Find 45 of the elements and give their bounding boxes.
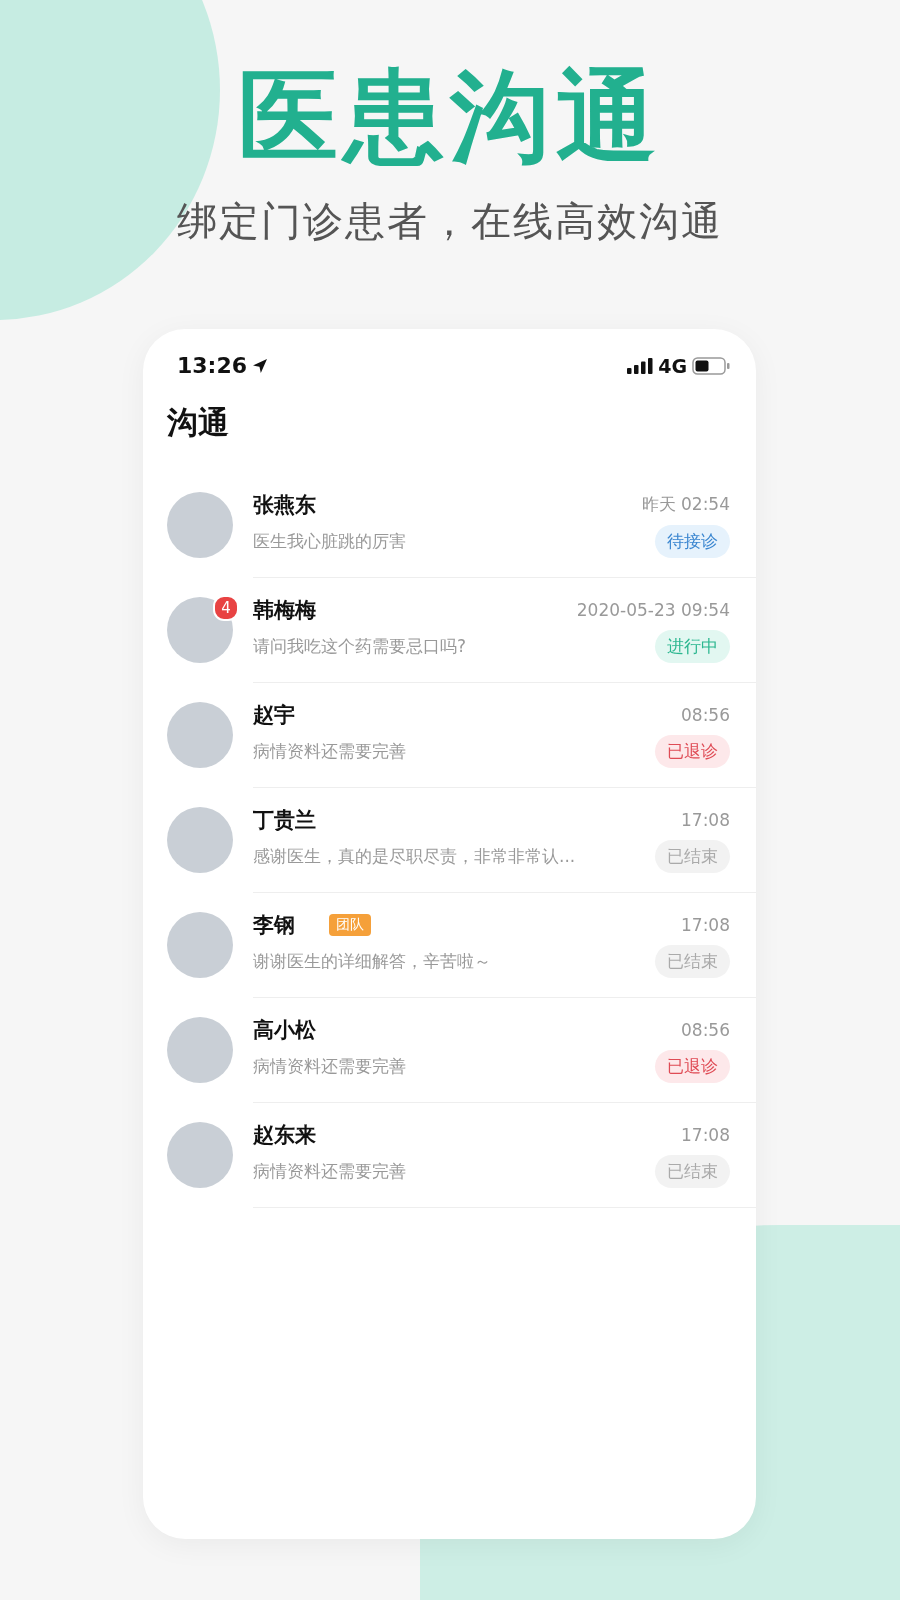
- conversation-item[interactable]: 张燕东 昨天 02:54 医生我心脏跳的厉害 待接诊: [143, 472, 756, 577]
- conversation-item[interactable]: 赵东来 17:08 病情资料还需要完善 已结束: [143, 1102, 756, 1207]
- message-preview: 病情资料还需要完善: [253, 1054, 406, 1078]
- status-tag: 已结束: [655, 944, 730, 978]
- message-preview: 谢谢医生的详细解答，辛苦啦～: [253, 949, 491, 973]
- screen-title: 沟通: [166, 403, 230, 442]
- status-tag: 进行中: [655, 629, 730, 663]
- conversation-item[interactable]: 4 韩梅梅 2020-05-23 09:54 请问我吃这个药需要忌口吗? 进行中: [143, 577, 756, 682]
- status-tag: 已结束: [655, 1154, 730, 1188]
- subtitle: 绑定门诊患者，在线高效沟通: [177, 197, 723, 246]
- status-tag: 已结束: [655, 839, 730, 873]
- patient-name: 张燕东: [253, 491, 316, 519]
- conversation-item[interactable]: 丁贵兰 17:08 感谢医生，真的是尽职尽责，非常非常认... 已结束: [143, 787, 756, 892]
- message-time: 17:08: [681, 1124, 730, 1145]
- patient-name: 丁贵兰: [253, 806, 316, 834]
- message-time: 昨天 02:54: [641, 493, 730, 516]
- location-arrow-icon: [252, 357, 269, 374]
- message-time: 08:56: [681, 704, 730, 725]
- unread-badge: 4: [213, 594, 239, 621]
- message-preview: 感谢医生，真的是尽职尽责，非常非常认...: [253, 844, 576, 868]
- signal-icon: [627, 357, 654, 374]
- status-tag: 待接诊: [655, 524, 730, 558]
- status-time: 13:26: [177, 353, 248, 378]
- message-time: 2020-05-23 09:54: [576, 599, 730, 620]
- patient-name: 李钢: [253, 911, 295, 939]
- message-preview: 医生我心脏跳的厉害: [253, 529, 406, 553]
- headline: 医患沟通: [238, 62, 662, 172]
- patient-name: 高小松: [253, 1016, 316, 1044]
- status-tag: 已退诊: [655, 1049, 730, 1083]
- conversation-item[interactable]: 李钢 团队 17:08 谢谢医生的详细解答，辛苦啦～ 已结束: [143, 892, 756, 997]
- team-tag: 团队: [329, 913, 371, 936]
- message-preview: 病情资料还需要完善: [253, 739, 406, 763]
- conversation-item[interactable]: 高小松 08:56 病情资料还需要完善 已退诊: [143, 997, 756, 1102]
- conversation-item[interactable]: 赵宇 08:56 病情资料还需要完善 已退诊: [143, 682, 756, 787]
- battery-icon: [692, 356, 730, 375]
- patient-name: 赵东来: [253, 1121, 316, 1149]
- message-time: 17:08: [681, 914, 730, 935]
- message-preview: 请问我吃这个药需要忌口吗?: [253, 634, 467, 658]
- patient-name: 韩梅梅: [253, 596, 316, 624]
- message-time: 08:56: [681, 1019, 730, 1040]
- message-preview: 病情资料还需要完善: [253, 1159, 406, 1183]
- network-label: 4G: [658, 354, 687, 377]
- status-tag: 已退诊: [655, 734, 730, 768]
- message-time: 17:08: [681, 809, 730, 830]
- patient-name: 赵宇: [253, 701, 295, 729]
